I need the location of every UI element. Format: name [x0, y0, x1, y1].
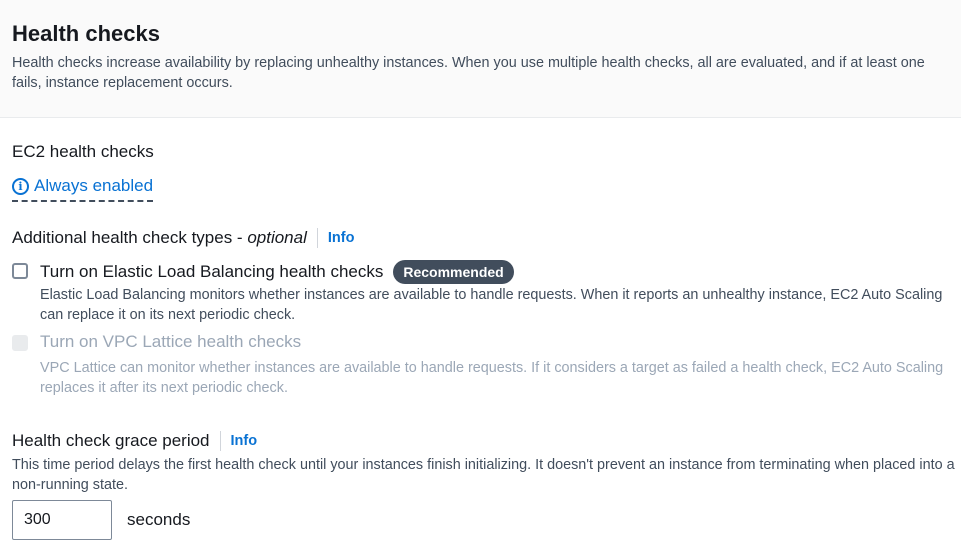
- grace-info-link[interactable]: Info: [231, 433, 258, 449]
- elb-label-text: Turn on Elastic Load Balancing health ch…: [40, 262, 384, 281]
- optional-text: optional: [247, 228, 307, 247]
- grace-period-label: Health check grace period: [12, 431, 210, 450]
- additional-types-text: Additional health check types -: [12, 228, 248, 247]
- additional-info-link[interactable]: Info: [328, 230, 355, 246]
- section-title: Health checks: [12, 21, 160, 46]
- additional-types-heading: Additional health check types - optional…: [12, 227, 354, 249]
- health-checks-header: Health checks Health checks increase ava…: [0, 0, 961, 118]
- additional-types-label: Additional health check types - optional: [12, 227, 307, 249]
- ec2-health-checks-label: EC2 health checks: [12, 142, 154, 161]
- elb-description: Elastic Load Balancing monitors whether …: [40, 287, 943, 323]
- divider: [219, 431, 221, 451]
- vpc-lattice-label[interactable]: Turn on VPC Lattice health checks: [40, 331, 301, 353]
- info-icon: i: [12, 177, 29, 195]
- vpc-lattice-description: VPC Lattice can monitor whether instance…: [40, 360, 944, 396]
- always-enabled-text: Always enabled: [34, 176, 154, 195]
- vpc-lattice-checkbox[interactable]: [12, 335, 28, 351]
- grace-period-input[interactable]: 300: [12, 500, 112, 540]
- always-enabled-popover[interactable]: i Always enabled: [12, 173, 154, 202]
- recommended-badge: Recommended: [393, 260, 514, 284]
- elb-checkbox[interactable]: [12, 263, 28, 279]
- grace-period-description: This time period delays the first health…: [12, 457, 955, 493]
- seconds-unit-label: seconds: [127, 510, 191, 529]
- section-description: Health checks increase availability by r…: [12, 55, 925, 91]
- grace-period-heading: Health check grace period Info: [12, 430, 257, 452]
- elb-checkbox-label[interactable]: Turn on Elastic Load Balancing health ch…: [40, 259, 514, 285]
- divider: [316, 228, 318, 248]
